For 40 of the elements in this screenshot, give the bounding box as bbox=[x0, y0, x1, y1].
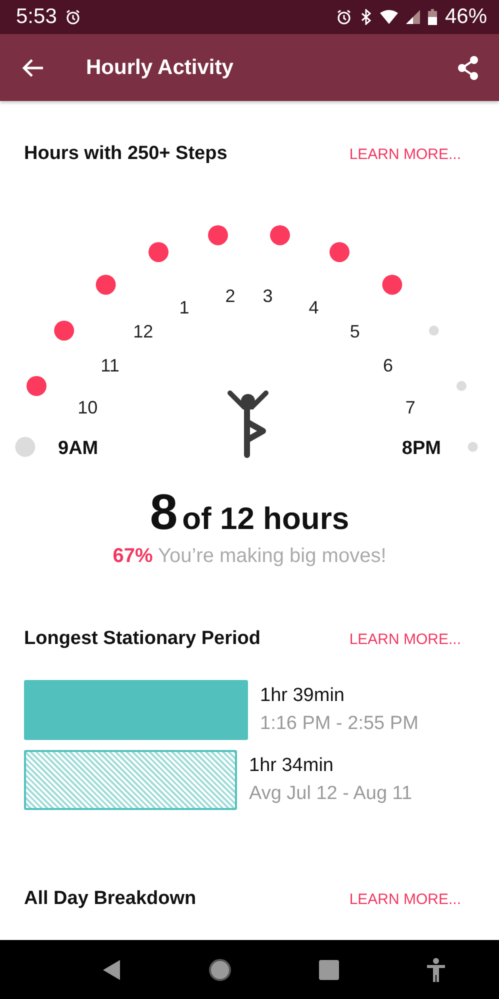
hour-label: 8PM bbox=[402, 438, 441, 459]
signal-icon bbox=[406, 10, 420, 24]
recents-nav-button[interactable] bbox=[318, 960, 339, 980]
section-title: Hours with 250+ Steps bbox=[24, 143, 228, 165]
hour-label: 1 bbox=[179, 298, 190, 318]
alarm-icon bbox=[336, 9, 352, 25]
battery-icon bbox=[428, 9, 437, 25]
section-title: Longest Stationary Period bbox=[24, 628, 260, 650]
learn-more-link[interactable]: LEARN MORE... bbox=[349, 630, 461, 648]
hour-label: 7 bbox=[405, 398, 416, 418]
bluetooth-icon bbox=[360, 9, 372, 25]
duration-text: 1hr 39min bbox=[260, 685, 346, 707]
progress-message: 67% You’re making big moves! bbox=[112, 545, 388, 568]
screen-title: Hourly Activity bbox=[86, 56, 234, 80]
hour-label: 6 bbox=[383, 356, 393, 376]
section-title: All Day Breakdown bbox=[24, 888, 196, 910]
duration-text: 1hr 34min bbox=[249, 755, 334, 777]
hour-label: 4 bbox=[308, 298, 319, 318]
alarm-icon bbox=[64, 9, 81, 25]
learn-more-link[interactable]: LEARN MORE... bbox=[349, 890, 461, 908]
hour-label: 12 bbox=[133, 322, 154, 342]
hour-label: 3 bbox=[262, 286, 273, 306]
hour-label: 10 bbox=[78, 398, 98, 418]
time-range: Avg Jul 12 - Aug 11 bbox=[249, 783, 412, 805]
learn-more-link[interactable]: LEARN MORE... bbox=[349, 146, 461, 162]
accessibility-button[interactable] bbox=[426, 958, 446, 982]
wifi-icon bbox=[380, 10, 398, 24]
back-nav-button[interactable] bbox=[103, 960, 122, 980]
battery-percent: 46% bbox=[444, 5, 487, 29]
share-button[interactable] bbox=[457, 56, 479, 80]
clock-time: 5:53 bbox=[16, 5, 57, 29]
person-icon bbox=[228, 390, 268, 458]
hour-label: 5 bbox=[350, 322, 360, 342]
hour-label: 11 bbox=[100, 356, 120, 376]
back-button[interactable] bbox=[22, 58, 44, 76]
home-nav-button[interactable] bbox=[208, 958, 232, 982]
hours-count: 8 of 12 hours bbox=[148, 483, 350, 541]
hour-label: 9AM bbox=[58, 438, 98, 459]
time-range: 1:16 PM - 2:55 PM bbox=[260, 713, 418, 735]
hour-label: 2 bbox=[225, 286, 236, 306]
